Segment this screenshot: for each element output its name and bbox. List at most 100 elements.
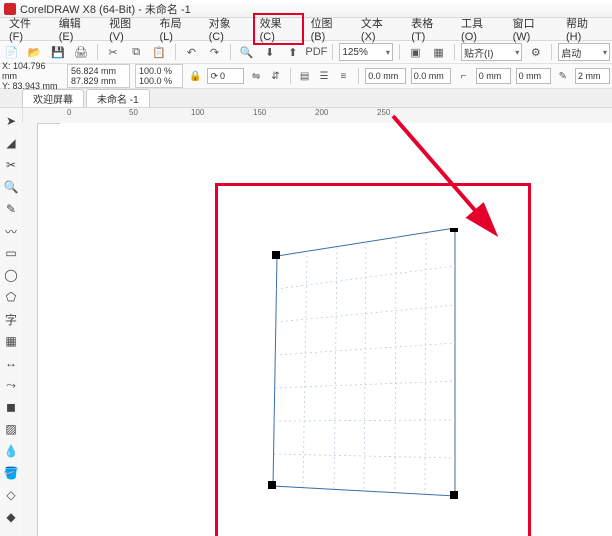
polygon-tool-icon[interactable]: ⬠	[2, 288, 20, 306]
cut-icon[interactable]: ✂	[103, 42, 122, 62]
rotation-value: 0	[220, 71, 225, 81]
divider	[332, 44, 333, 60]
menu-tools[interactable]: 工具(O)	[454, 13, 506, 45]
ruler-tick: 50	[127, 108, 189, 123]
stroke-value: 2 mm	[578, 71, 601, 81]
align-icon[interactable]: ≡	[336, 66, 350, 86]
menu-effects[interactable]: 效果(C)	[253, 13, 304, 45]
options-icon[interactable]: ⚙	[526, 42, 545, 62]
rotation-field[interactable]: ⟳ 0	[207, 68, 243, 84]
pick-tool-icon[interactable]: ➤	[2, 112, 20, 130]
divider	[454, 44, 455, 60]
zoom-combo[interactable]: 125% ▾	[339, 43, 393, 61]
menu-table[interactable]: 表格(T)	[404, 13, 454, 45]
menu-bitmap[interactable]: 位图(B)	[304, 13, 354, 45]
artistic-media-icon[interactable]: 〰	[2, 222, 20, 240]
zoom-value: 125%	[342, 47, 368, 58]
annotation-arrow-icon	[383, 108, 523, 246]
divider	[551, 44, 552, 60]
chevron-down-icon: ▾	[603, 48, 607, 57]
snap-label: 贴齐(I)	[464, 45, 493, 60]
size-fields[interactable]: 56.824 mm 87.829 mm	[67, 64, 130, 88]
connector-tool-icon[interactable]: ⤳	[2, 376, 20, 394]
print-icon[interactable]: 🖨	[71, 42, 90, 62]
divider	[230, 44, 231, 60]
menu-view[interactable]: 视图(V)	[102, 13, 152, 45]
freehand-tool-icon[interactable]: ✎	[2, 200, 20, 218]
open-icon[interactable]: 📂	[25, 42, 44, 62]
order-icon[interactable]: ☰	[317, 66, 331, 86]
outline-field-2[interactable]: 0.0 mm	[411, 68, 451, 84]
launch-combo[interactable]: 启动 ▾	[558, 43, 610, 61]
mirror-h-icon[interactable]: ⇋	[249, 66, 263, 86]
new-doc-icon[interactable]: 📄	[2, 42, 21, 62]
rotate-icon: ⟳	[210, 71, 218, 82]
ruler-tick: 150	[251, 108, 313, 123]
paste-icon[interactable]: 📋	[150, 42, 169, 62]
tab-document[interactable]: 未命名 -1	[86, 89, 150, 107]
outline-field-3[interactable]: 0 mm	[476, 68, 511, 84]
ruler-tick: 0	[65, 108, 127, 123]
outline-3-value: 0 mm	[479, 71, 502, 81]
menu-text[interactable]: 文本(X)	[354, 13, 404, 45]
divider	[358, 68, 359, 84]
menu-layout[interactable]: 布局(L)	[152, 13, 201, 45]
width-value: 56.824 mm	[71, 66, 126, 76]
lock-ratio-icon[interactable]: 🔒	[188, 66, 202, 86]
save-icon[interactable]: 💾	[48, 42, 67, 62]
menu-object[interactable]: 对象(C)	[202, 13, 253, 45]
redo-icon[interactable]: ↷	[205, 42, 224, 62]
scale-fields[interactable]: 100.0 % 100.0 %	[135, 64, 183, 88]
divider	[399, 44, 400, 60]
export-icon[interactable]: ⬆	[283, 42, 302, 62]
ellipse-tool-icon[interactable]: ◯	[2, 266, 20, 284]
zoom-tool-icon[interactable]: 🔍	[2, 178, 20, 196]
workspace: ➤ ◢ ✂ 🔍 ✎ 〰 ▭ ◯ ⬠ 字 ▦ ↔ ⤳ ◼ ▨ 💧 🪣 ◇ ◆ 0 …	[0, 108, 612, 536]
snap-combo[interactable]: 贴齐(I) ▾	[461, 43, 522, 61]
drawing-canvas[interactable]	[60, 123, 612, 536]
handle-bottom-right	[450, 491, 458, 499]
chevron-down-icon: ▾	[515, 48, 519, 57]
shape-tool-icon[interactable]: ◢	[2, 134, 20, 152]
search-icon[interactable]: 🔍	[237, 42, 256, 62]
undo-icon[interactable]: ↶	[182, 42, 201, 62]
outline-field-4[interactable]: 0 mm	[516, 68, 551, 84]
outline-4-value: 0 mm	[519, 71, 542, 81]
shadow-tool-icon[interactable]: ◼	[2, 398, 20, 416]
pdf-icon[interactable]: PDF	[306, 42, 326, 62]
eyedropper-tool-icon[interactable]: 💧	[2, 442, 20, 460]
menu-window[interactable]: 窗口(W)	[506, 13, 559, 45]
menu-edit[interactable]: 编辑(E)	[52, 13, 102, 45]
document-tabs: 欢迎屏幕 未命名 -1	[0, 89, 612, 108]
smart-fill-icon[interactable]: ◆	[2, 508, 20, 526]
rectangle-tool-icon[interactable]: ▭	[2, 244, 20, 262]
menu-help[interactable]: 帮助(H)	[559, 13, 610, 45]
canvas-area: 0 50 100 150 200 250	[23, 108, 612, 536]
copy-icon[interactable]: ⧉	[127, 42, 146, 62]
mirror-v-icon[interactable]: ⇵	[268, 66, 282, 86]
wrap-icon[interactable]: ▤	[297, 66, 311, 86]
divider	[97, 44, 98, 60]
pen-icon[interactable]: ✎	[556, 66, 570, 86]
crop-tool-icon[interactable]: ✂	[2, 156, 20, 174]
selected-graph-paper-object[interactable]	[265, 228, 465, 508]
table-tool-icon[interactable]: ▦	[2, 332, 20, 350]
outline-tool-icon[interactable]: ◇	[2, 486, 20, 504]
stroke-field[interactable]: 2 mm	[575, 68, 610, 84]
corner-type-icon[interactable]: ⌐	[456, 66, 470, 86]
transparency-tool-icon[interactable]: ▨	[2, 420, 20, 438]
dimension-tool-icon[interactable]: ↔	[2, 354, 20, 372]
y-label: Y:	[2, 81, 10, 91]
fill-tool-icon[interactable]: 🪣	[2, 464, 20, 482]
tab-welcome[interactable]: 欢迎屏幕	[22, 89, 84, 107]
fullscreen-icon[interactable]: ▣	[406, 42, 425, 62]
divider	[290, 68, 291, 84]
import-icon[interactable]: ⬇	[260, 42, 279, 62]
text-tool-icon[interactable]: 字	[2, 310, 20, 328]
ruler-tick: 200	[313, 108, 375, 123]
outline-field-1[interactable]: 0.0 mm	[365, 68, 405, 84]
x-label: X:	[2, 61, 11, 71]
grid-icon[interactable]: ▦	[429, 42, 448, 62]
menu-file[interactable]: 文件(F)	[2, 13, 52, 45]
handle-top-right	[450, 228, 458, 232]
